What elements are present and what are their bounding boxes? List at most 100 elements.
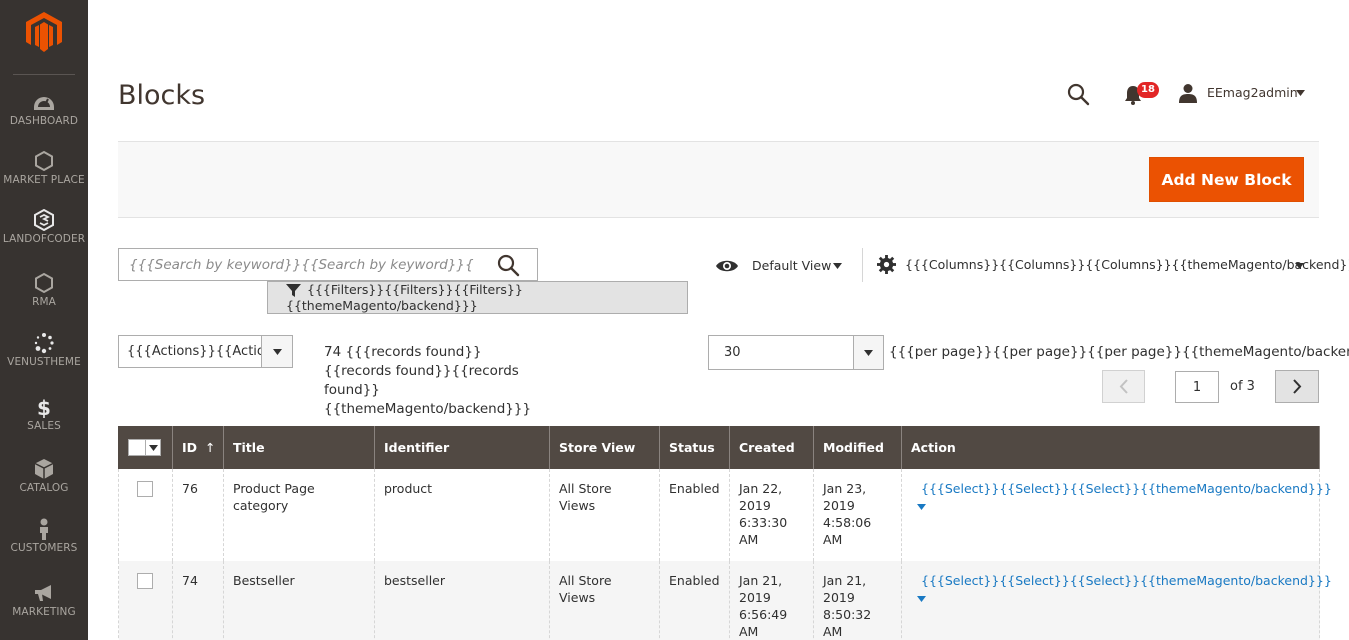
megaphone-icon	[35, 585, 51, 601]
previous-page-button[interactable]	[1102, 370, 1145, 403]
cell-id: 76	[172, 469, 224, 561]
filters-label: {{{Filters}}{{Filters}}{{Filters}}{{them…	[286, 282, 523, 313]
sidebar-item-sales[interactable]: $ SALES	[0, 396, 88, 458]
row-checkbox[interactable]	[137, 481, 153, 497]
column-header-action: Action	[901, 426, 1320, 469]
mass-actions-select[interactable]: {{{Actions}}{{Actions}}{{Actions}}{{them…	[118, 335, 293, 368]
notification-badge[interactable]: 18	[1137, 82, 1159, 98]
cell-modified: Jan 23, 2019 4:58:06 AM	[813, 469, 902, 561]
sidebar-item-label: MARKETING	[12, 606, 76, 618]
page-total: of 3	[1230, 379, 1255, 394]
cell-identifier: product	[374, 469, 550, 561]
sidebar-item-landofcoder[interactable]: LANDOFCODER	[0, 209, 88, 271]
page-title: Blocks	[118, 80, 206, 111]
row-checkbox[interactable]	[137, 573, 153, 589]
columns-label: {{{Columns}}{{Columns}}{{Columns}}{{them…	[905, 257, 1349, 272]
add-new-block-button[interactable]: Add New Block	[1149, 157, 1304, 202]
row-select-cell	[118, 561, 173, 640]
mass-select-header[interactable]	[118, 426, 173, 469]
records-found: 74 {{{records found}}{{records found}}{{…	[324, 344, 532, 417]
sidebar-item-label: MARKET PLACE	[3, 174, 85, 186]
cell-title: Bestseller	[223, 561, 375, 640]
cell-created: Jan 21, 2019 6:56:49 AM	[729, 561, 814, 640]
chevron-right-icon	[1293, 379, 1302, 394]
column-header-modified[interactable]: Modified	[813, 426, 902, 469]
dashboard-icon	[34, 97, 54, 110]
cube-icon	[34, 459, 54, 479]
cell-status: Enabled	[659, 561, 730, 640]
column-header-title[interactable]: Title	[223, 426, 375, 469]
sidebar-item-market-place[interactable]: MARKET PLACE	[0, 150, 88, 212]
cell-created: Jan 22, 2019 6:33:30 AM	[729, 469, 814, 561]
cell-action: {{{Select}}{{Select}}{{Select}}{{themeMa…	[901, 561, 1332, 640]
admin-sidebar: DASHBOARD MARKET PLACE LANDOFCODER RMA V…	[0, 0, 88, 640]
sidebar-item-venustheme[interactable]: VENUSTHEME	[0, 332, 88, 394]
cell-store-view: All Store Views	[549, 561, 660, 640]
row-select-cell	[118, 469, 173, 561]
next-page-button[interactable]	[1275, 370, 1319, 403]
grid-header-row: ID ↑ Title Identifier Store View Status C…	[118, 426, 1320, 469]
search-icon[interactable]	[495, 253, 521, 277]
column-header-created[interactable]: Created	[729, 426, 814, 469]
landofcoder-icon	[34, 209, 54, 231]
sidebar-item-label: DASHBOARD	[9, 115, 79, 127]
chevron-down-icon	[1295, 263, 1304, 269]
eye-icon	[716, 260, 738, 272]
sidebar-item-dashboard[interactable]: DASHBOARD	[0, 91, 88, 153]
filters-button[interactable]: {{{Filters}}{{Filters}}{{Filters}}{{them…	[267, 281, 688, 314]
sidebar-item-label: LANDOFCODER	[2, 233, 86, 245]
sidebar-item-rma[interactable]: RMA	[0, 272, 88, 334]
chevron-down-icon	[833, 263, 842, 269]
sidebar-item-catalog[interactable]: CATALOG	[0, 458, 88, 520]
per-page-value: 30	[724, 345, 741, 360]
mass-select-toggle[interactable]	[145, 440, 160, 455]
actions-toggle[interactable]	[261, 336, 292, 367]
current-page-input[interactable]	[1175, 371, 1219, 403]
chevron-down-icon[interactable]	[917, 595, 926, 602]
column-header-store-view[interactable]: Store View	[549, 426, 660, 469]
page-actions-bar	[118, 141, 1319, 218]
chevron-down-icon	[273, 349, 282, 355]
cell-identifier: bestseller	[374, 561, 550, 640]
column-header-identifier[interactable]: Identifier	[374, 426, 550, 469]
cell-modified: Jan 21, 2019 8:50:32 AM	[813, 561, 902, 640]
cell-store-view: All Store Views	[549, 469, 660, 561]
sidebar-item-customers[interactable]: CUSTOMERS	[0, 518, 88, 580]
gear-icon	[877, 255, 896, 274]
sidebar-item-label: CUSTOMERS	[10, 542, 78, 554]
keyword-search	[118, 248, 538, 281]
magento-logo-icon[interactable]	[26, 12, 62, 52]
svg-text:$: $	[37, 396, 51, 418]
mass-select-control[interactable]	[128, 439, 161, 456]
chevron-down-icon[interactable]	[1296, 90, 1305, 96]
per-page-toggle[interactable]	[853, 336, 883, 369]
toolbar-divider	[862, 248, 863, 282]
select-all-checkbox[interactable]	[129, 440, 145, 455]
actions-label: {{{Actions}}{{Actions}}{{Actions}}{{them…	[127, 344, 261, 359]
blocks-grid: ID ↑ Title Identifier Store View Status C…	[118, 426, 1332, 640]
row-action-select[interactable]: {{{Select}}{{Select}}{{Select}}{{themeMa…	[911, 481, 1332, 496]
cell-action: {{{Select}}{{Select}}{{Select}}{{themeMa…	[901, 469, 1332, 561]
view-label: Default View	[752, 258, 832, 273]
search-input[interactable]	[119, 249, 485, 280]
dollar-icon: $	[37, 396, 51, 418]
user-icon[interactable]	[1178, 83, 1198, 103]
person-icon	[40, 518, 48, 540]
column-header-status[interactable]: Status	[659, 426, 730, 469]
cell-title: Product Page category	[223, 469, 375, 561]
per-page-select[interactable]: 30	[708, 335, 884, 370]
sort-ascending-icon: ↑	[205, 440, 216, 455]
filter-icon	[286, 284, 301, 297]
column-header-id[interactable]: ID ↑	[172, 426, 224, 469]
row-action-select[interactable]: {{{Select}}{{Select}}{{Select}}{{themeMa…	[911, 573, 1332, 588]
sidebar-item-marketing[interactable]: MARKETING	[0, 582, 88, 640]
chevron-down-icon[interactable]	[917, 503, 926, 510]
sidebar-item-label: CATALOG	[19, 482, 69, 494]
sidebar-divider	[13, 74, 75, 75]
sidebar-item-label: VENUSTHEME	[7, 356, 81, 368]
spinner-icon	[34, 333, 54, 354]
user-menu[interactable]: EEmag2admin	[1207, 85, 1298, 100]
search-icon[interactable]	[1066, 82, 1090, 106]
sidebar-item-label: SALES	[27, 420, 61, 432]
sidebar-item-label: RMA	[32, 296, 56, 308]
